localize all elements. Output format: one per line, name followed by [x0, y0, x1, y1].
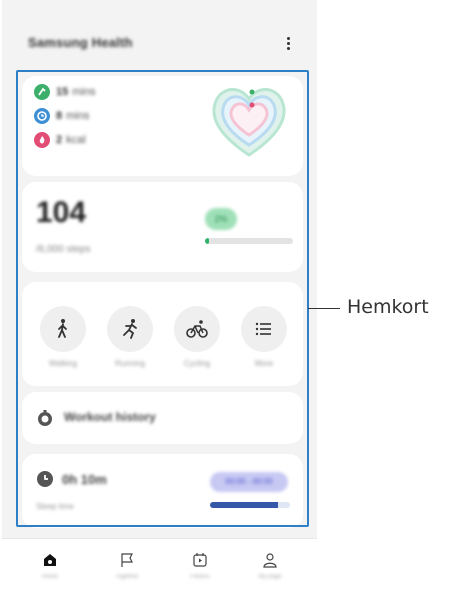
flag-icon [121, 553, 133, 567]
play-calendar-icon [193, 553, 207, 567]
nav-home-label: Home [41, 574, 58, 580]
more-options-icon[interactable] [282, 35, 294, 53]
nav-my-page[interactable]: My page [240, 552, 300, 592]
nav-fitness[interactable]: Fitness [170, 552, 230, 592]
callout-line [308, 308, 340, 309]
nav-fitness-label: Fitness [190, 574, 210, 580]
app-title: Samsung Health [28, 35, 133, 50]
nav-together[interactable]: Together [97, 552, 157, 592]
nav-my-page-label: My page [258, 574, 282, 580]
phone-screen: Samsung Health 15 mins 8 mins 2 kcal 104… [2, 0, 317, 595]
nav-home[interactable]: Home [20, 552, 80, 592]
person-icon [263, 553, 277, 568]
home-icon [44, 554, 56, 566]
nav-together-label: Together [115, 574, 139, 580]
callout-label: Hemkort [347, 296, 429, 318]
app-header: Samsung Health [2, 18, 317, 68]
home-cards-highlight [16, 70, 309, 527]
